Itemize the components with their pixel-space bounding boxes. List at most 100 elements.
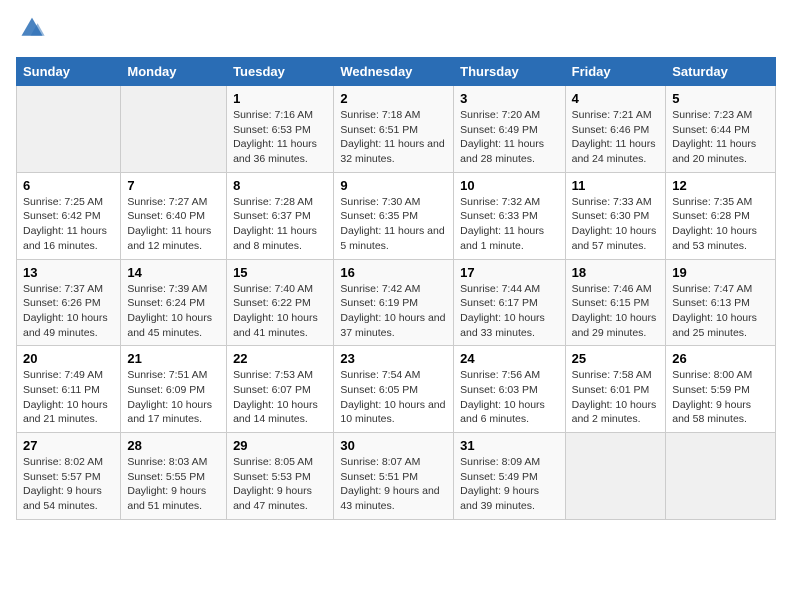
day-number: 1 [233,91,327,106]
day-number: 7 [127,178,220,193]
day-number: 29 [233,438,327,453]
day-info: Sunrise: 7:18 AM Sunset: 6:51 PM Dayligh… [340,108,447,167]
day-number: 4 [572,91,660,106]
day-cell: 5 Sunrise: 7:23 AM Sunset: 6:44 PM Daylig… [666,86,776,173]
day-info: Sunrise: 7:33 AM Sunset: 6:30 PM Dayligh… [572,195,660,254]
day-info: Sunrise: 7:20 AM Sunset: 6:49 PM Dayligh… [460,108,558,167]
page-header [16,16,776,45]
header-cell-tuesday: Tuesday [227,58,334,86]
day-number: 9 [340,178,447,193]
day-number: 30 [340,438,447,453]
header-cell-thursday: Thursday [454,58,565,86]
day-number: 14 [127,265,220,280]
day-info: Sunrise: 7:39 AM Sunset: 6:24 PM Dayligh… [127,282,220,341]
day-info: Sunrise: 7:23 AM Sunset: 6:44 PM Dayligh… [672,108,769,167]
day-number: 26 [672,351,769,366]
day-cell: 12 Sunrise: 7:35 AM Sunset: 6:28 PM Dayli… [666,172,776,259]
day-cell: 22Sunrise: 7:53 AM Sunset: 6:07 PM Dayli… [227,346,334,433]
header-row: SundayMondayTuesdayWednesdayThursdayFrid… [17,58,776,86]
header-cell-saturday: Saturday [666,58,776,86]
day-cell: 20 Sunrise: 7:49 AM Sunset: 6:11 PM Dayli… [17,346,121,433]
day-number: 5 [672,91,769,106]
day-cell: 17Sunrise: 7:44 AM Sunset: 6:17 PM Dayli… [454,259,565,346]
day-cell: 18 Sunrise: 7:46 AM Sunset: 6:15 PM Dayli… [565,259,666,346]
day-info: Sunrise: 7:16 AM Sunset: 6:53 PM Dayligh… [233,108,327,167]
day-cell: 14 Sunrise: 7:39 AM Sunset: 6:24 PM Dayli… [121,259,227,346]
week-row-5: 27 Sunrise: 8:02 AM Sunset: 5:57 PM Dayli… [17,433,776,520]
day-number: 18 [572,265,660,280]
day-cell: 19 Sunrise: 7:47 AM Sunset: 6:13 PM Dayli… [666,259,776,346]
day-cell: 28 Sunrise: 8:03 AM Sunset: 5:55 PM Dayli… [121,433,227,520]
day-number: 10 [460,178,558,193]
day-cell: 11 Sunrise: 7:33 AM Sunset: 6:30 PM Dayli… [565,172,666,259]
week-row-2: 6 Sunrise: 7:25 AM Sunset: 6:42 PM Daylig… [17,172,776,259]
day-cell [565,433,666,520]
day-cell: 23 Sunrise: 7:54 AM Sunset: 6:05 PM Dayli… [334,346,454,433]
day-info: Sunrise: 7:47 AM Sunset: 6:13 PM Dayligh… [672,282,769,341]
day-info: Sunrise: 7:40 AM Sunset: 6:22 PM Dayligh… [233,282,327,341]
week-row-1: 1 Sunrise: 7:16 AM Sunset: 6:53 PM Daylig… [17,86,776,173]
day-info: Sunrise: 7:37 AM Sunset: 6:26 PM Dayligh… [23,282,114,341]
day-info: Sunrise: 7:54 AM Sunset: 6:05 PM Dayligh… [340,368,447,427]
day-cell: 3 Sunrise: 7:20 AM Sunset: 6:49 PM Daylig… [454,86,565,173]
day-number: 28 [127,438,220,453]
day-cell: 31 Sunrise: 8:09 AM Sunset: 5:49 PM Dayli… [454,433,565,520]
day-cell [121,86,227,173]
day-number: 19 [672,265,769,280]
day-info: Sunrise: 7:53 AM Sunset: 6:07 PM Dayligh… [233,368,327,427]
day-cell: 2Sunrise: 7:18 AM Sunset: 6:51 PM Daylig… [334,86,454,173]
week-row-4: 20 Sunrise: 7:49 AM Sunset: 6:11 PM Dayli… [17,346,776,433]
logo-icon [18,12,46,40]
day-number: 11 [572,178,660,193]
day-info: Sunrise: 7:27 AM Sunset: 6:40 PM Dayligh… [127,195,220,254]
day-info: Sunrise: 7:49 AM Sunset: 6:11 PM Dayligh… [23,368,114,427]
day-info: Sunrise: 8:03 AM Sunset: 5:55 PM Dayligh… [127,455,220,514]
day-number: 6 [23,178,114,193]
day-cell: 7 Sunrise: 7:27 AM Sunset: 6:40 PM Daylig… [121,172,227,259]
day-cell: 1 Sunrise: 7:16 AM Sunset: 6:53 PM Daylig… [227,86,334,173]
day-cell: 16Sunrise: 7:42 AM Sunset: 6:19 PM Dayli… [334,259,454,346]
logo [16,16,46,45]
day-cell: 4 Sunrise: 7:21 AM Sunset: 6:46 PM Daylig… [565,86,666,173]
day-info: Sunrise: 8:07 AM Sunset: 5:51 PM Dayligh… [340,455,447,514]
day-info: Sunrise: 7:56 AM Sunset: 6:03 PM Dayligh… [460,368,558,427]
day-info: Sunrise: 7:28 AM Sunset: 6:37 PM Dayligh… [233,195,327,254]
day-cell: 9Sunrise: 7:30 AM Sunset: 6:35 PM Daylig… [334,172,454,259]
day-number: 27 [23,438,114,453]
day-number: 24 [460,351,558,366]
day-info: Sunrise: 7:51 AM Sunset: 6:09 PM Dayligh… [127,368,220,427]
day-cell: 29Sunrise: 8:05 AM Sunset: 5:53 PM Dayli… [227,433,334,520]
day-number: 8 [233,178,327,193]
header-cell-wednesday: Wednesday [334,58,454,86]
day-cell: 25Sunrise: 7:58 AM Sunset: 6:01 PM Dayli… [565,346,666,433]
day-info: Sunrise: 8:00 AM Sunset: 5:59 PM Dayligh… [672,368,769,427]
calendar-table: SundayMondayTuesdayWednesdayThursdayFrid… [16,57,776,520]
day-info: Sunrise: 7:35 AM Sunset: 6:28 PM Dayligh… [672,195,769,254]
day-number: 3 [460,91,558,106]
day-number: 13 [23,265,114,280]
header-cell-sunday: Sunday [17,58,121,86]
day-info: Sunrise: 7:42 AM Sunset: 6:19 PM Dayligh… [340,282,447,341]
day-cell [17,86,121,173]
day-cell: 24 Sunrise: 7:56 AM Sunset: 6:03 PM Dayli… [454,346,565,433]
day-number: 31 [460,438,558,453]
day-info: Sunrise: 8:09 AM Sunset: 5:49 PM Dayligh… [460,455,558,514]
day-number: 20 [23,351,114,366]
day-cell [666,433,776,520]
day-info: Sunrise: 7:58 AM Sunset: 6:01 PM Dayligh… [572,368,660,427]
day-info: Sunrise: 7:46 AM Sunset: 6:15 PM Dayligh… [572,282,660,341]
day-cell: 27 Sunrise: 8:02 AM Sunset: 5:57 PM Dayli… [17,433,121,520]
day-info: Sunrise: 7:21 AM Sunset: 6:46 PM Dayligh… [572,108,660,167]
day-number: 15 [233,265,327,280]
day-cell: 10Sunrise: 7:32 AM Sunset: 6:33 PM Dayli… [454,172,565,259]
day-info: Sunrise: 7:44 AM Sunset: 6:17 PM Dayligh… [460,282,558,341]
day-info: Sunrise: 8:02 AM Sunset: 5:57 PM Dayligh… [23,455,114,514]
day-cell: 15 Sunrise: 7:40 AM Sunset: 6:22 PM Dayli… [227,259,334,346]
day-number: 12 [672,178,769,193]
day-cell: 13 Sunrise: 7:37 AM Sunset: 6:26 PM Dayli… [17,259,121,346]
day-cell: 6 Sunrise: 7:25 AM Sunset: 6:42 PM Daylig… [17,172,121,259]
header-cell-monday: Monday [121,58,227,86]
day-info: Sunrise: 7:25 AM Sunset: 6:42 PM Dayligh… [23,195,114,254]
day-cell: 30 Sunrise: 8:07 AM Sunset: 5:51 PM Dayli… [334,433,454,520]
day-number: 23 [340,351,447,366]
